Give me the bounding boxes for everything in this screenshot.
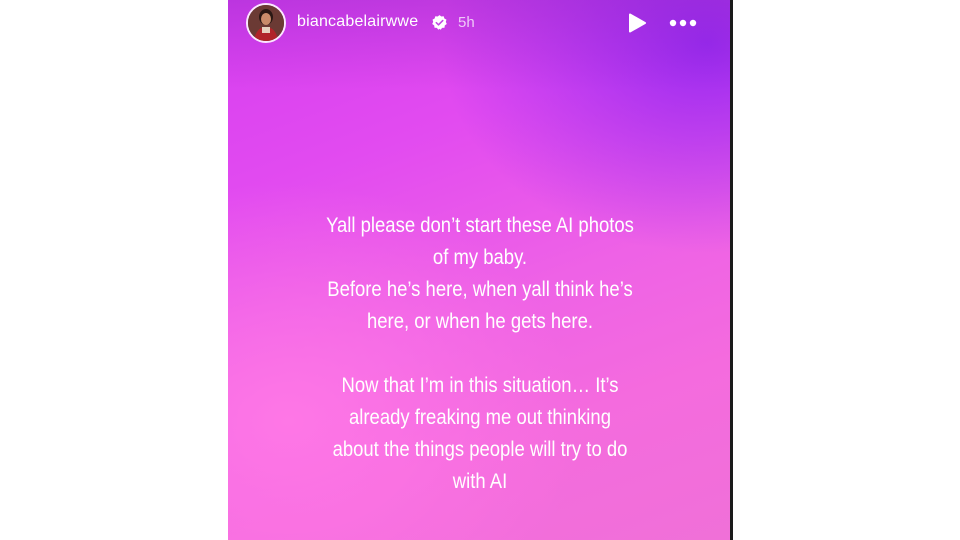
story-header: biancabelairwwe 5h xyxy=(228,0,732,46)
avatar-photo xyxy=(248,5,284,41)
story-card[interactable]: biancabelairwwe 5h Yall please don’t sta… xyxy=(228,0,732,540)
play-icon[interactable] xyxy=(626,12,648,34)
story-line: Before he’s here, when yall think he’s xyxy=(327,278,633,301)
story-line: Yall please don’t start these AI photos xyxy=(326,214,634,237)
story-line: here, or when he gets here. xyxy=(366,310,594,333)
story-line: Now that I’m in this situation… It’s xyxy=(341,374,619,397)
story-line: already freaking me out thinking xyxy=(349,406,611,429)
more-options-icon[interactable] xyxy=(668,13,698,33)
screen: biancabelairwwe 5h Yall please don’t sta… xyxy=(0,0,960,540)
post-time: 5h xyxy=(458,14,475,31)
username[interactable]: biancabelairwwe xyxy=(297,13,418,31)
verified-badge-icon xyxy=(432,15,447,30)
story-line: about the things people will try to do xyxy=(332,438,628,461)
story-line: of my baby. xyxy=(432,246,528,269)
avatar[interactable] xyxy=(246,3,286,43)
story-line: with AI xyxy=(452,470,508,493)
story-text: Yall please don’t start these AI photos … xyxy=(228,210,732,498)
